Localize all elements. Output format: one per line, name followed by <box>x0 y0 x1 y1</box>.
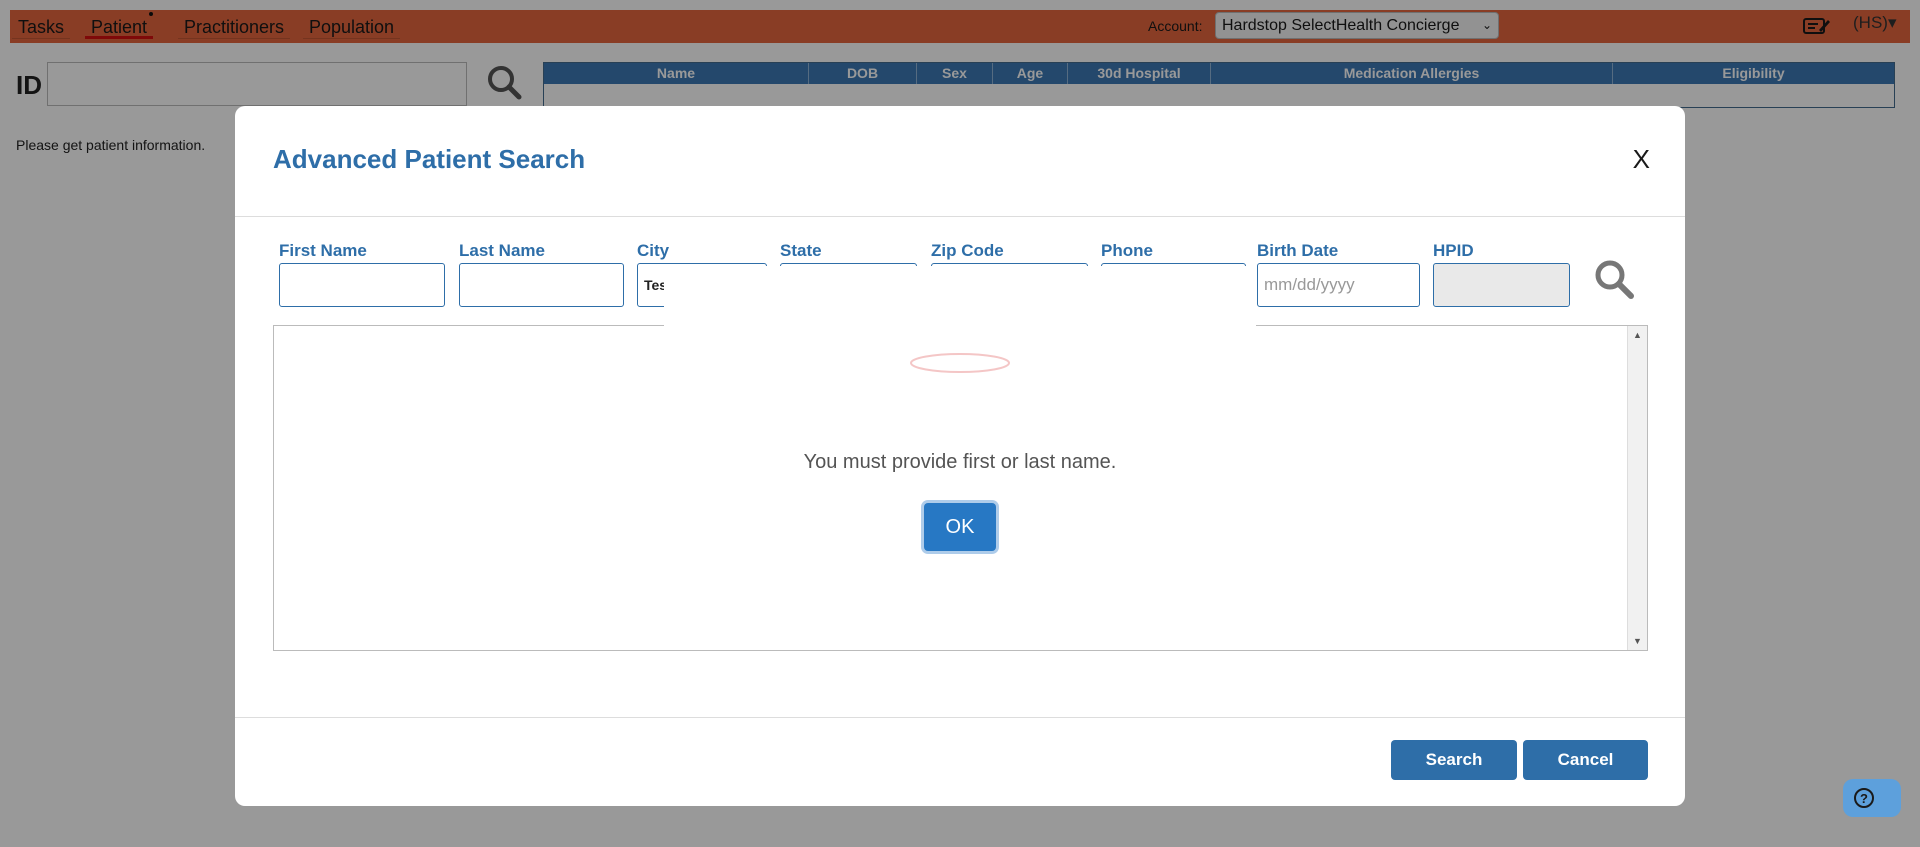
hpid-label: HPID <box>1433 241 1474 260</box>
last-name-input[interactable] <box>459 263 624 307</box>
state-label: State <box>780 241 822 260</box>
hpid-input[interactable] <box>1433 263 1570 307</box>
birth-date-label: Birth Date <box>1257 241 1339 260</box>
svg-text:?: ? <box>1860 791 1868 806</box>
alert-message: You must provide first or last name. <box>803 451 1117 473</box>
birth-date-input[interactable]: mm/dd/yyyy <box>1257 263 1420 307</box>
divider <box>235 717 1685 718</box>
search-button[interactable]: Search <box>1391 740 1517 780</box>
close-button[interactable]: X <box>1633 144 1650 175</box>
zip-code-label: Zip Code <box>931 241 1004 260</box>
scroll-down-arrow-icon[interactable]: ▼ <box>1633 636 1642 646</box>
first-name-label: First Name <box>279 241 367 260</box>
modal-title: Advanced Patient Search <box>273 144 586 174</box>
first-name-input[interactable] <box>279 263 445 307</box>
phone-label: Phone <box>1101 241 1153 260</box>
city-label: City <box>637 241 670 260</box>
help-icon: ? <box>1854 788 1874 808</box>
divider <box>235 216 1685 217</box>
scroll-up-arrow-icon[interactable]: ▲ <box>1633 330 1642 340</box>
warning-icon <box>910 353 1010 373</box>
help-button[interactable]: ? <box>1843 779 1901 817</box>
cancel-button[interactable]: Cancel <box>1523 740 1648 780</box>
scrollbar[interactable]: ▲ ▼ <box>1627 326 1647 650</box>
ok-button[interactable]: OK <box>924 503 996 551</box>
search-icon[interactable] <box>1593 258 1635 300</box>
alert-dialog: You must provide first or last name. OK <box>664 266 1256 580</box>
last-name-label: Last Name <box>459 241 545 260</box>
